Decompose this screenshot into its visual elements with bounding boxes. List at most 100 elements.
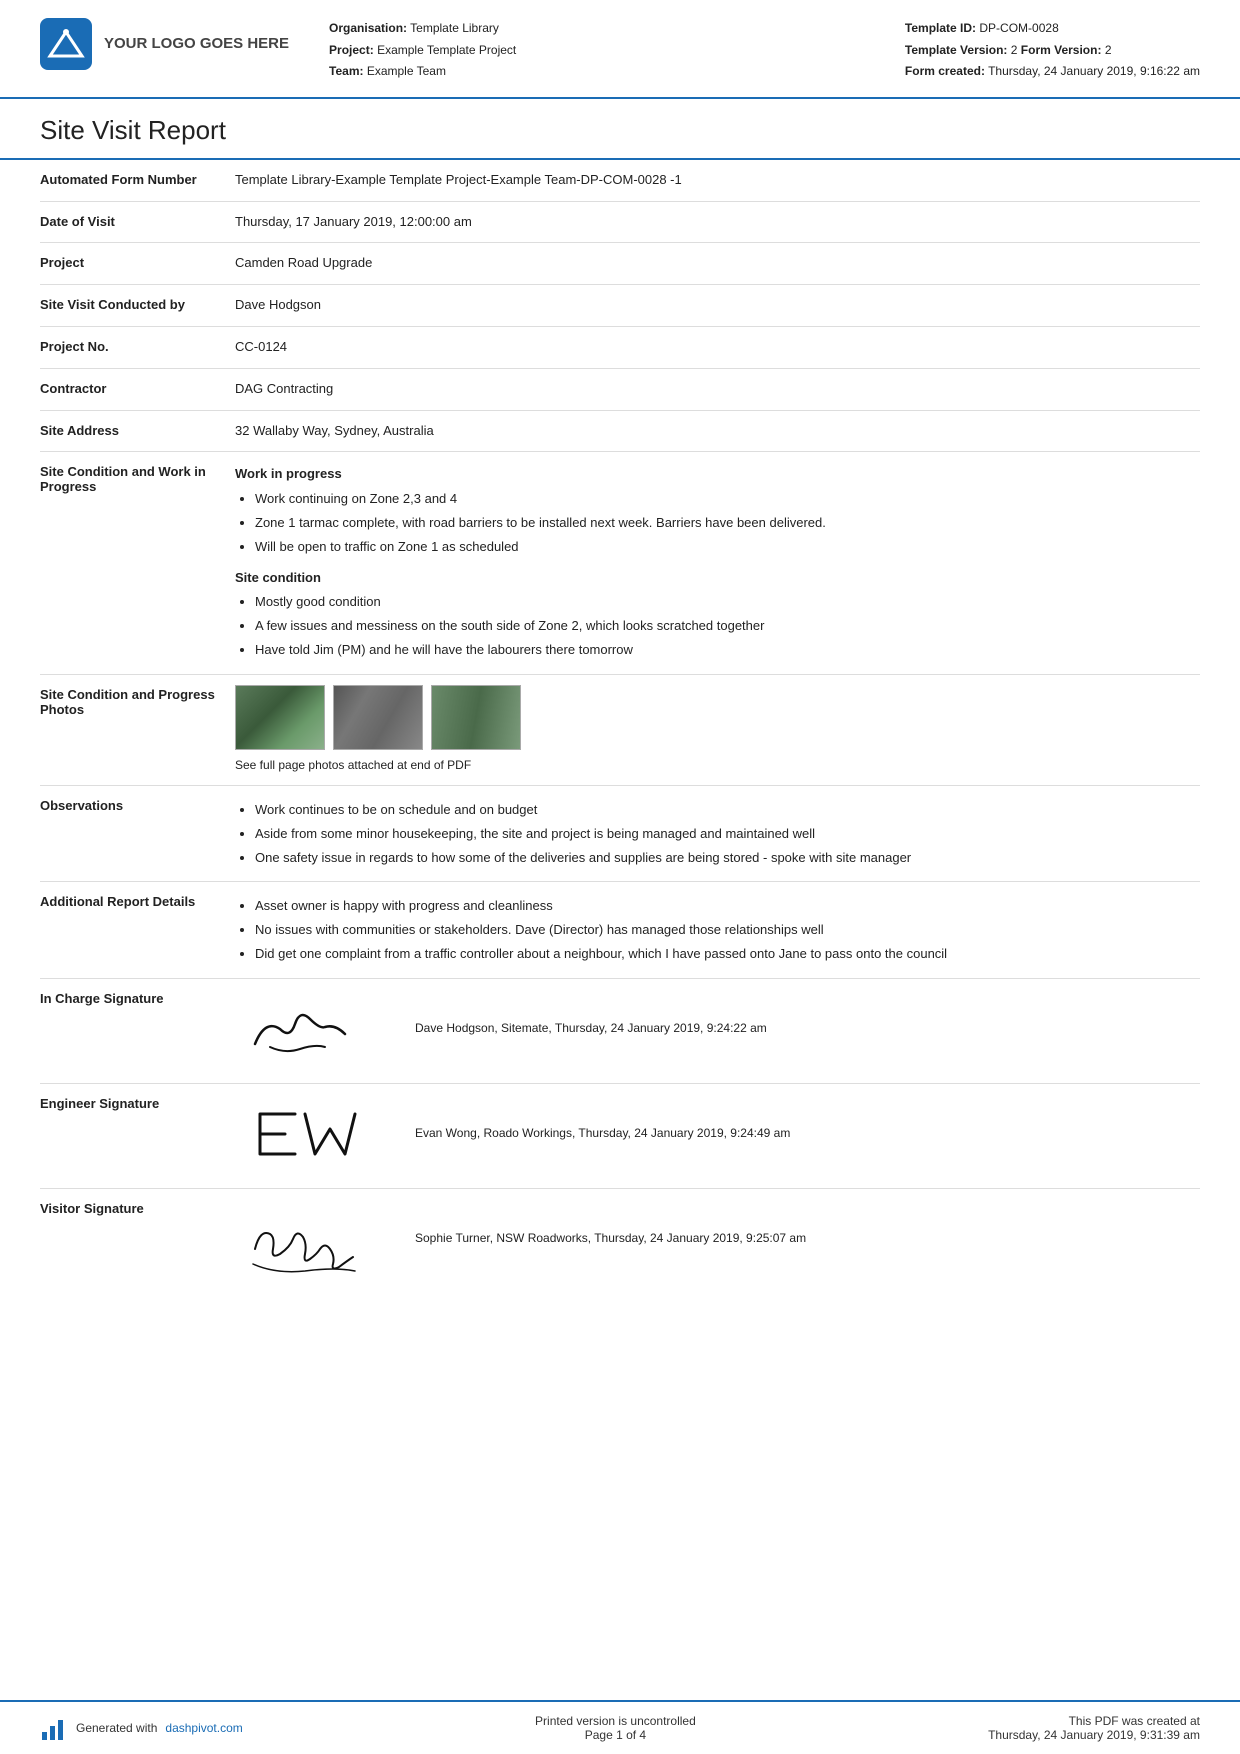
site-condition-heading2: Site condition [235,568,1200,589]
list-item: Work continues to be on schedule and on … [255,800,1200,821]
sig-incharge-row: In Charge Signature Dave Hodgson, Sitema… [40,979,1200,1084]
form-created-value: Thursday, 24 January 2019, 9:16:22 am [988,64,1200,78]
logo-icon [40,18,92,70]
generated-text: Generated with [76,1721,157,1735]
field-value-6: 32 Wallaby Way, Sydney, Australia [235,421,1200,442]
site-condition-list1: Work continuing on Zone 2,3 and 4 Zone 1… [255,489,1200,557]
field-label-5: Contractor [40,379,235,400]
dashpivot-link[interactable]: dashpivot.com [165,1721,242,1735]
observations-list: Work continues to be on schedule and on … [255,800,1200,868]
list-item: Aside from some minor housekeeping, the … [255,824,1200,845]
template-version-label: Template Version: [905,43,1007,57]
photos-value: See full page photos attached at end of … [235,685,1200,775]
page-footer: Generated with dashpivot.com Printed ver… [0,1700,1240,1754]
logo-text: YOUR LOGO GOES HERE [104,34,289,54]
table-row: Project No. CC-0124 [40,327,1200,369]
logo-area: YOUR LOGO GOES HERE [40,18,289,70]
sig-engineer-image [235,1094,395,1174]
sig-engineer-value: Evan Wong, Roado Workings, Thursday, 24 … [235,1094,1200,1178]
photo-thumb-1 [235,685,325,750]
additional-label: Additional Report Details [40,892,235,967]
observations-label: Observations [40,796,235,871]
list-item: Work continuing on Zone 2,3 and 4 [255,489,1200,510]
photo-thumb-2 [333,685,423,750]
sig-incharge-meta: Dave Hodgson, Sitemate, Thursday, 24 Jan… [415,989,767,1038]
page-number: Page 1 of 4 [535,1728,696,1742]
form-version-label: Form Version: [1021,43,1102,57]
field-value-3: Dave Hodgson [235,295,1200,316]
list-item: Have told Jim (PM) and he will have the … [255,640,1200,661]
org-label: Organisation: [329,21,407,35]
additional-list: Asset owner is happy with progress and c… [255,896,1200,964]
table-row: Contractor DAG Contracting [40,369,1200,411]
dashpivot-icon [40,1714,68,1742]
site-condition-row: Site Condition and Work in Progress Work… [40,452,1200,674]
sig-engineer-meta: Evan Wong, Roado Workings, Thursday, 24 … [415,1094,790,1143]
template-version-value: 2 [1011,43,1018,57]
sig-incharge-label: In Charge Signature [40,989,235,1073]
pdf-created-value: Thursday, 24 January 2019, 9:31:39 am [988,1728,1200,1742]
list-item: Did get one complaint from a traffic con… [255,944,1200,965]
pdf-created-label: This PDF was created at [988,1714,1200,1728]
team-value: Example Team [367,64,446,78]
sig-engineer-row: Engineer Signature Evan Wong, Roado Work… [40,1084,1200,1189]
field-label-2: Project [40,253,235,274]
sig-visitor-image [235,1199,395,1289]
site-condition-heading1: Work in progress [235,464,1200,485]
list-item: Mostly good condition [255,592,1200,613]
form-created-label: Form created: [905,64,985,78]
field-label-4: Project No. [40,337,235,358]
sig-visitor-label: Visitor Signature [40,1199,235,1293]
printed-version-text: Printed version is uncontrolled [535,1714,696,1728]
list-item: Will be open to traffic on Zone 1 as sch… [255,537,1200,558]
team-label: Team: [329,64,363,78]
header-right: Template ID: DP-COM-0028 Template Versio… [905,18,1200,83]
sig-incharge-value: Dave Hodgson, Sitemate, Thursday, 24 Jan… [235,989,1200,1073]
template-id-value: DP-COM-0028 [979,21,1058,35]
table-row: Project Camden Road Upgrade [40,243,1200,285]
field-label-0: Automated Form Number [40,170,235,191]
sig-visitor-value: Sophie Turner, NSW Roadworks, Thursday, … [235,1199,1200,1293]
table-row: Automated Form Number Template Library-E… [40,160,1200,202]
table-row: Site Address 32 Wallaby Way, Sydney, Aus… [40,411,1200,453]
list-item: No issues with communities or stakeholde… [255,920,1200,941]
list-item: One safety issue in regards to how some … [255,848,1200,869]
list-item: A few issues and messiness on the south … [255,616,1200,637]
field-label-6: Site Address [40,421,235,442]
table-row: Date of Visit Thursday, 17 January 2019,… [40,202,1200,244]
footer-right: This PDF was created at Thursday, 24 Jan… [988,1714,1200,1742]
sig-visitor-row: Visitor Signature Sophie Turner, NSW Roa… [40,1189,1200,1303]
page-header: YOUR LOGO GOES HERE Organisation: Templa… [0,0,1240,99]
photo-thumb-3 [431,685,521,750]
footer-center: Printed version is uncontrolled Page 1 o… [535,1714,696,1742]
project-value: Example Template Project [377,43,516,57]
field-value-5: DAG Contracting [235,379,1200,400]
sig-engineer-label: Engineer Signature [40,1094,235,1178]
report-title-section: Site Visit Report [0,99,1240,160]
content-table: Automated Form Number Template Library-E… [0,160,1240,1303]
header-meta: Organisation: Template Library Project: … [329,18,905,83]
photos-label: Site Condition and Progress Photos [40,685,235,775]
field-value-1: Thursday, 17 January 2019, 12:00:00 am [235,212,1200,233]
sig-visitor-meta: Sophie Turner, NSW Roadworks, Thursday, … [415,1199,806,1248]
additional-row: Additional Report Details Asset owner is… [40,882,1200,978]
form-version-value: 2 [1105,43,1112,57]
template-id-label: Template ID: [905,21,976,35]
observations-row: Observations Work continues to be on sch… [40,786,1200,882]
additional-value: Asset owner is happy with progress and c… [235,892,1200,967]
field-value-0: Template Library-Example Template Projec… [235,170,1200,191]
list-item: Zone 1 tarmac complete, with road barrie… [255,513,1200,534]
observations-value: Work continues to be on schedule and on … [235,796,1200,871]
site-condition-value: Work in progress Work continuing on Zone… [235,462,1200,663]
field-label-3: Site Visit Conducted by [40,295,235,316]
list-item: Asset owner is happy with progress and c… [255,896,1200,917]
project-label: Project: [329,43,374,57]
photo-row [235,685,1200,750]
field-value-2: Camden Road Upgrade [235,253,1200,274]
field-label-1: Date of Visit [40,212,235,233]
photos-row: Site Condition and Progress Photos See f… [40,675,1200,786]
photos-caption: See full page photos attached at end of … [235,756,1200,775]
report-title: Site Visit Report [40,115,1200,146]
site-condition-label: Site Condition and Work in Progress [40,462,235,663]
site-condition-list2: Mostly good condition A few issues and m… [255,592,1200,660]
